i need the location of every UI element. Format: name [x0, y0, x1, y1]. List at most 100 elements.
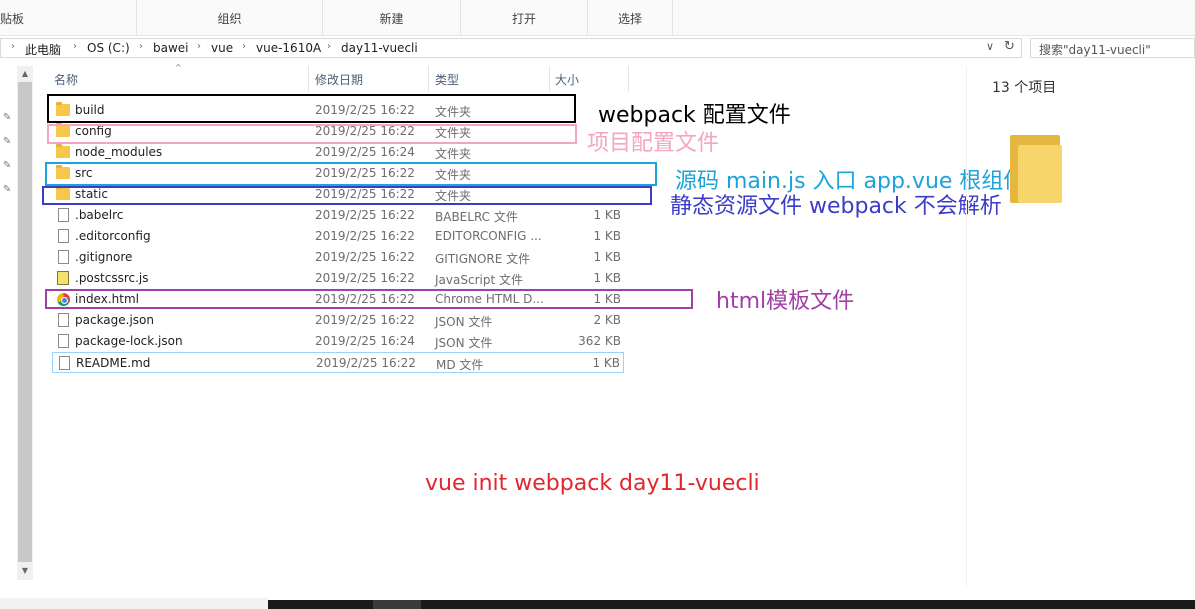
file-type: JavaScript 文件: [435, 273, 523, 287]
quick-access-pins: ✎ ✎ ✎ ✎: [0, 66, 16, 586]
file-date: 2019/2/25 16:22: [315, 271, 415, 285]
breadcrumb-vue-1610a[interactable]: vue-1610A: [256, 41, 321, 55]
ribbon-group-label: 新建: [379, 12, 404, 26]
ribbon: 贴板 组织 新建 打开 选择: [0, 0, 1195, 36]
taskbar-button[interactable]: [373, 600, 421, 609]
refresh-icon[interactable]: ↻: [1004, 39, 1015, 54]
file-size: 1 KB: [593, 229, 621, 243]
chevron-right-icon: ›: [242, 41, 246, 52]
scroll-down-icon[interactable]: ▼: [18, 564, 32, 578]
chevron-down-icon[interactable]: ∨: [986, 40, 994, 53]
file-icon: [59, 356, 70, 370]
file-row-selected[interactable]: README.md 2019/2/25 16:22 MD 文件 1 KB: [52, 352, 624, 373]
column-header-name[interactable]: 名称: [54, 71, 78, 89]
annotation-index: html模板文件: [716, 289, 855, 314]
file-size: 1 KB: [593, 208, 621, 222]
file-size: 1 KB: [593, 250, 621, 264]
file-date: 2019/2/25 16:22: [315, 229, 415, 243]
file-size: 1 KB: [593, 271, 621, 285]
annotation-config: 项目配置文件: [587, 131, 720, 156]
breadcrumb-vue[interactable]: vue: [211, 41, 233, 55]
file-name: .editorconfig: [75, 229, 151, 243]
ribbon-group-label: 选择: [617, 12, 642, 26]
annotation-static: 静态资源文件 webpack 不会解析: [670, 194, 1002, 219]
file-date: 2019/2/25 16:24: [315, 334, 415, 348]
file-type: MD 文件: [436, 358, 484, 372]
file-date: 2019/2/25 16:22: [315, 250, 415, 264]
pin-icon[interactable]: ✎: [3, 184, 11, 195]
folder-preview-icon: [1010, 135, 1062, 203]
ribbon-group-label: 贴板: [0, 12, 25, 26]
file-type: JSON 文件: [435, 315, 493, 329]
search-input[interactable]: 搜索"day11-vuecli": [1030, 38, 1195, 58]
javascript-file-icon: [57, 271, 69, 285]
column-divider[interactable]: [549, 66, 550, 92]
annotation-box-build: [47, 94, 576, 123]
file-name: package-lock.json: [75, 334, 183, 348]
file-type: BABELRC 文件: [435, 210, 518, 224]
breadcrumb-this-pc[interactable]: 此电脑: [25, 41, 61, 58]
file-icon: [58, 334, 69, 348]
ribbon-group-clipboard[interactable]: 贴板: [0, 0, 137, 36]
breadcrumb-day11-vuecli[interactable]: day11-vuecli: [341, 41, 418, 55]
scroll-up-icon[interactable]: ▲: [18, 67, 32, 81]
file-name: .gitignore: [75, 250, 133, 264]
file-date: 2019/2/25 16:22: [316, 356, 416, 370]
file-size: 1 KB: [592, 356, 620, 370]
chevron-right-icon: ›: [73, 41, 77, 52]
file-name: node_modules: [75, 145, 163, 159]
ribbon-group-label: 组织: [217, 12, 242, 26]
file-row[interactable]: package.json 2019/2/25 16:22 JSON 文件 2 KB: [52, 310, 624, 331]
column-divider[interactable]: [428, 66, 429, 92]
file-icon: [58, 208, 69, 222]
nav-scrollbar-thumb[interactable]: [18, 82, 32, 562]
breadcrumb-bawei[interactable]: bawei: [153, 41, 189, 55]
pin-icon[interactable]: ✎: [3, 160, 11, 171]
column-header-date[interactable]: 修改日期: [315, 71, 363, 89]
breadcrumb-os-c[interactable]: OS (C:): [87, 41, 130, 55]
address-bar[interactable]: › 此电脑 › OS (C:) › bawei › vue › vue-1610…: [0, 38, 1022, 58]
file-type: JSON 文件: [435, 336, 493, 350]
file-row[interactable]: .postcssrc.js 2019/2/25 16:22 JavaScript 文…: [52, 268, 624, 289]
ribbon-group-organize[interactable]: 组织: [137, 0, 323, 36]
column-header-type[interactable]: 类型: [435, 71, 459, 89]
annotation-box-config: [47, 124, 577, 144]
ribbon-group-label: 打开: [511, 12, 536, 26]
taskbar: [268, 600, 1195, 609]
annotation-box-index: [45, 289, 693, 309]
chevron-right-icon: ›: [327, 41, 331, 52]
annotation-command: vue init webpack day11-vuecli: [425, 471, 760, 496]
file-date: 2019/2/25 16:22: [315, 313, 415, 327]
annotation-box-src: [45, 162, 657, 186]
chevron-right-icon: ›: [139, 41, 143, 52]
file-type: GITIGNORE 文件: [435, 252, 531, 266]
file-row[interactable]: .editorconfig 2019/2/25 16:22 EDITORCONFIG…: [52, 226, 624, 247]
file-row[interactable]: .gitignore 2019/2/25 16:22 GITIGNORE 文件 1 K…: [52, 247, 624, 268]
file-row[interactable]: package-lock.json 2019/2/25 16:24 JSON 文件 3…: [52, 331, 624, 352]
chevron-right-icon: ›: [197, 41, 201, 52]
file-icon: [58, 250, 69, 264]
ribbon-group-select[interactable]: 选择: [588, 0, 673, 36]
sort-ascending-icon: ^: [175, 63, 182, 72]
column-header-size[interactable]: 大小: [555, 71, 579, 89]
ribbon-group-open[interactable]: 打开: [461, 0, 588, 36]
file-row[interactable]: .babelrc 2019/2/25 16:22 BABELRC 文件 1 KB: [52, 205, 624, 226]
file-name: package.json: [75, 313, 155, 327]
file-size: 2 KB: [593, 313, 621, 327]
file-type: 文件夹: [435, 147, 472, 161]
item-count: 13 个项目: [992, 80, 1057, 96]
pin-icon[interactable]: ✎: [3, 136, 11, 147]
folder-front: [1018, 145, 1062, 203]
file-size: 362 KB: [578, 334, 621, 348]
file-icon: [58, 229, 69, 243]
chevron-right-icon: ›: [11, 41, 15, 52]
file-icon: [58, 313, 69, 327]
column-divider[interactable]: [628, 66, 629, 92]
details-pane-divider: [966, 66, 967, 586]
file-row[interactable]: node_modules 2019/2/25 16:24 文件夹: [52, 142, 624, 163]
file-date: 2019/2/25 16:24: [315, 145, 415, 159]
column-divider[interactable]: [308, 66, 309, 92]
ribbon-group-new[interactable]: 新建: [323, 0, 461, 36]
pin-icon[interactable]: ✎: [3, 112, 11, 123]
file-name: .postcssrc.js: [75, 271, 149, 285]
